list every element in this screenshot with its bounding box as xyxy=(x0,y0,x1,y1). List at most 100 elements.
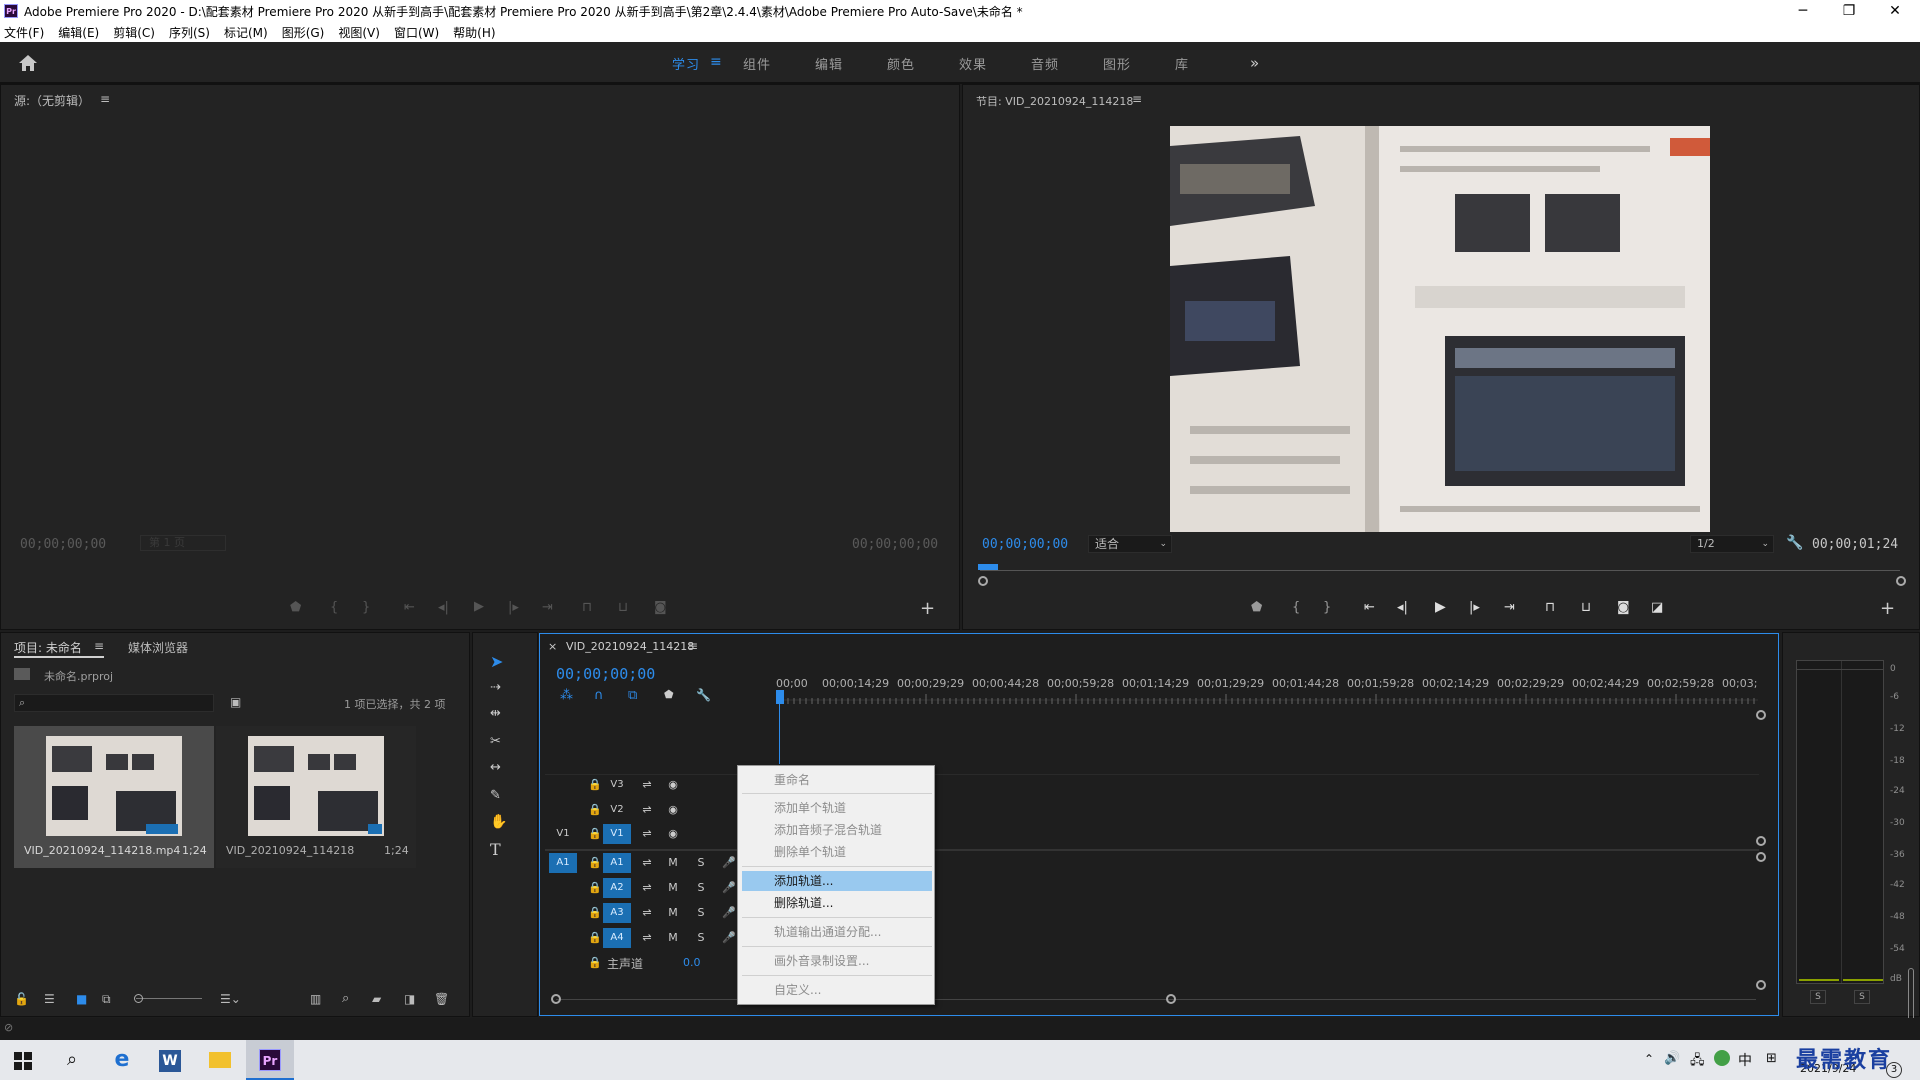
track-label-v2[interactable]: V2 xyxy=(603,800,631,820)
ripple-edit-tool-icon[interactable]: ⇹ xyxy=(490,706,501,721)
workspace-tab-audio[interactable]: 音频 xyxy=(1031,54,1059,73)
master-volume-value[interactable]: 0.0 xyxy=(683,956,701,969)
lock-icon[interactable]: 🔒 xyxy=(587,856,603,869)
solo-left-button[interactable]: S xyxy=(1810,990,1826,1004)
eye-icon[interactable]: ◉ xyxy=(665,803,681,816)
settings-wrench-icon[interactable]: 🔧 xyxy=(1786,535,1803,551)
menu-marker[interactable]: 标记(M) xyxy=(224,24,268,41)
edge-browser-icon[interactable]: e xyxy=(104,1044,140,1076)
project-panel-menu-icon[interactable]: ≡ xyxy=(94,639,104,653)
mute-button[interactable]: M xyxy=(665,881,681,894)
microphone-icon[interactable]: 🎤 xyxy=(721,906,737,919)
source-monitor-title[interactable]: 源:（无剪辑） xyxy=(14,92,90,109)
track-select-tool-icon[interactable]: ⇢ xyxy=(490,680,501,695)
linked-selection-icon[interactable]: ⧉ xyxy=(628,688,637,703)
video-zoom-handle[interactable] xyxy=(1756,710,1766,720)
program-add-button-icon[interactable]: + xyxy=(1880,598,1895,619)
workspace-tab-effects[interactable]: 效果 xyxy=(959,54,987,73)
clear-trash-icon[interactable]: 🗑 xyxy=(434,992,449,1006)
type-tool-icon[interactable]: T xyxy=(490,840,501,859)
program-monitor-title[interactable]: 节目: VID_20210924_114218 xyxy=(976,93,1133,109)
step-forward-icon[interactable]: |▸ xyxy=(1469,600,1480,615)
tab-project[interactable]: 项目: 未命名 xyxy=(14,639,82,656)
freeform-view-icon[interactable]: ⧉ xyxy=(102,992,111,1007)
pen-tool-icon[interactable]: ✎ xyxy=(490,788,501,803)
sync-lock-icon[interactable]: ⇌ xyxy=(639,931,655,944)
mute-button[interactable]: M xyxy=(665,931,681,944)
program-resolution-dropdown[interactable]: 1/2 ⌄ xyxy=(1690,535,1774,553)
track-label-a1[interactable]: A1 xyxy=(603,853,631,873)
workspace-tab-libraries[interactable]: 库 xyxy=(1175,54,1189,73)
new-item-icon[interactable]: ◨ xyxy=(404,992,415,1006)
step-back-icon[interactable]: ◂| xyxy=(1397,600,1408,615)
lock-icon[interactable]: 🔒 xyxy=(587,778,603,791)
sequence-tab[interactable]: VID_20210924_114218 xyxy=(566,640,694,653)
track-label-a3[interactable]: A3 xyxy=(603,903,631,923)
microphone-icon[interactable]: 🎤 xyxy=(721,881,737,894)
menu-sequence[interactable]: 序列(S) xyxy=(169,24,210,41)
program-scrub-track[interactable] xyxy=(980,570,1900,571)
workspace-menu-icon[interactable]: ≡ xyxy=(710,54,723,70)
scroll-end-handle[interactable] xyxy=(1166,994,1176,1004)
track-label-a2[interactable]: A2 xyxy=(603,878,631,898)
program-fit-dropdown[interactable]: 适合 ⌄ xyxy=(1088,535,1172,553)
automate-to-sequence-icon[interactable]: ▥ xyxy=(310,992,321,1006)
menu-edit[interactable]: 编辑(E) xyxy=(58,24,99,41)
menu-file[interactable]: 文件(F) xyxy=(4,24,44,41)
insert-sequence-as-nest-icon[interactable]: ⁂ xyxy=(560,688,573,703)
menu-window[interactable]: 窗口(W) xyxy=(394,24,439,41)
sync-lock-icon[interactable]: ⇌ xyxy=(639,906,655,919)
add-marker-icon[interactable]: ⬟ xyxy=(664,688,674,701)
lock-icon[interactable]: 🔒 xyxy=(587,803,603,816)
go-to-in-icon[interactable]: ⇤ xyxy=(1364,600,1375,615)
meter-scroll-handle[interactable] xyxy=(1908,968,1914,1024)
source-patch-v1[interactable]: V1 xyxy=(549,824,577,844)
sync-lock-icon[interactable]: ⇌ xyxy=(639,881,655,894)
extract-icon[interactable]: ⊔ xyxy=(1581,600,1591,615)
workspace-tab-editing[interactable]: 编辑 xyxy=(815,54,843,73)
file-explorer-icon[interactable] xyxy=(202,1044,238,1076)
lock-icon[interactable]: 🔒 xyxy=(587,827,603,840)
play-icon[interactable]: ▶ xyxy=(1435,599,1446,615)
eye-icon[interactable]: ◉ xyxy=(665,827,681,840)
solo-button[interactable]: S xyxy=(693,906,709,919)
source-timecode[interactable]: 00;00;00;00 xyxy=(20,537,106,552)
menu-item-delete-tracks[interactable]: 删除轨道... xyxy=(742,893,932,913)
project-item-selected[interactable]: VID_20210924_114218.mp4 1;24 xyxy=(14,726,214,868)
solo-button[interactable]: S xyxy=(693,931,709,944)
show-hidden-icons-icon[interactable]: ⌃ xyxy=(1644,1052,1654,1066)
workspace-tab-color[interactable]: 颜色 xyxy=(887,54,915,73)
project-item-sequence[interactable]: VID_20210924_114218 1;24 xyxy=(216,726,416,868)
track-label-v3[interactable]: V3 xyxy=(603,775,631,795)
add-marker-icon[interactable]: ⬟ xyxy=(1251,600,1262,615)
program-panel-menu-icon[interactable]: ≡ xyxy=(1132,92,1142,106)
word-app-icon[interactable]: W xyxy=(152,1044,188,1076)
timeline-settings-wrench-icon[interactable]: 🔧 xyxy=(696,688,711,702)
menu-help[interactable]: 帮助(H) xyxy=(453,24,495,41)
volume-icon[interactable]: 🔊 xyxy=(1664,1051,1680,1066)
menu-clip[interactable]: 剪辑(C) xyxy=(113,24,155,41)
mute-button[interactable]: M xyxy=(665,856,681,869)
new-bin-from-search-icon[interactable]: ▣ xyxy=(230,695,241,709)
comparison-view-icon[interactable]: ◪ xyxy=(1651,600,1663,615)
microphone-icon[interactable]: 🎤 xyxy=(721,931,737,944)
lift-icon[interactable]: ⊓ xyxy=(1545,600,1555,615)
minimize-button[interactable]: ─ xyxy=(1780,0,1826,22)
go-to-out-icon[interactable]: ⇥ xyxy=(1504,600,1515,615)
workspace-tab-learning[interactable]: 学习 xyxy=(672,54,700,73)
eye-icon[interactable]: ◉ xyxy=(665,778,681,791)
sync-lock-icon[interactable]: ⇌ xyxy=(639,778,655,791)
source-panel-menu-icon[interactable]: ≡ xyxy=(100,92,110,106)
source-add-button-icon[interactable]: + xyxy=(920,598,935,619)
razor-tool-icon[interactable]: ✂ xyxy=(490,734,501,749)
track-label-v1[interactable]: V1 xyxy=(603,824,631,844)
tab-media-browser[interactable]: 媒体浏览器 xyxy=(128,639,188,656)
lock-icon[interactable]: 🔒 xyxy=(587,956,603,969)
sort-icon[interactable]: ☰⌄ xyxy=(220,992,241,1006)
project-search-box[interactable]: ⌕ xyxy=(14,694,214,712)
mark-out-icon[interactable]: } xyxy=(1323,600,1331,615)
menu-graphics[interactable]: 图形(G) xyxy=(282,24,325,41)
snap-magnet-icon[interactable]: ∩ xyxy=(594,688,604,703)
track-label-a4[interactable]: A4 xyxy=(603,928,631,948)
export-frame-camera-icon[interactable]: ◙ xyxy=(1617,600,1630,615)
